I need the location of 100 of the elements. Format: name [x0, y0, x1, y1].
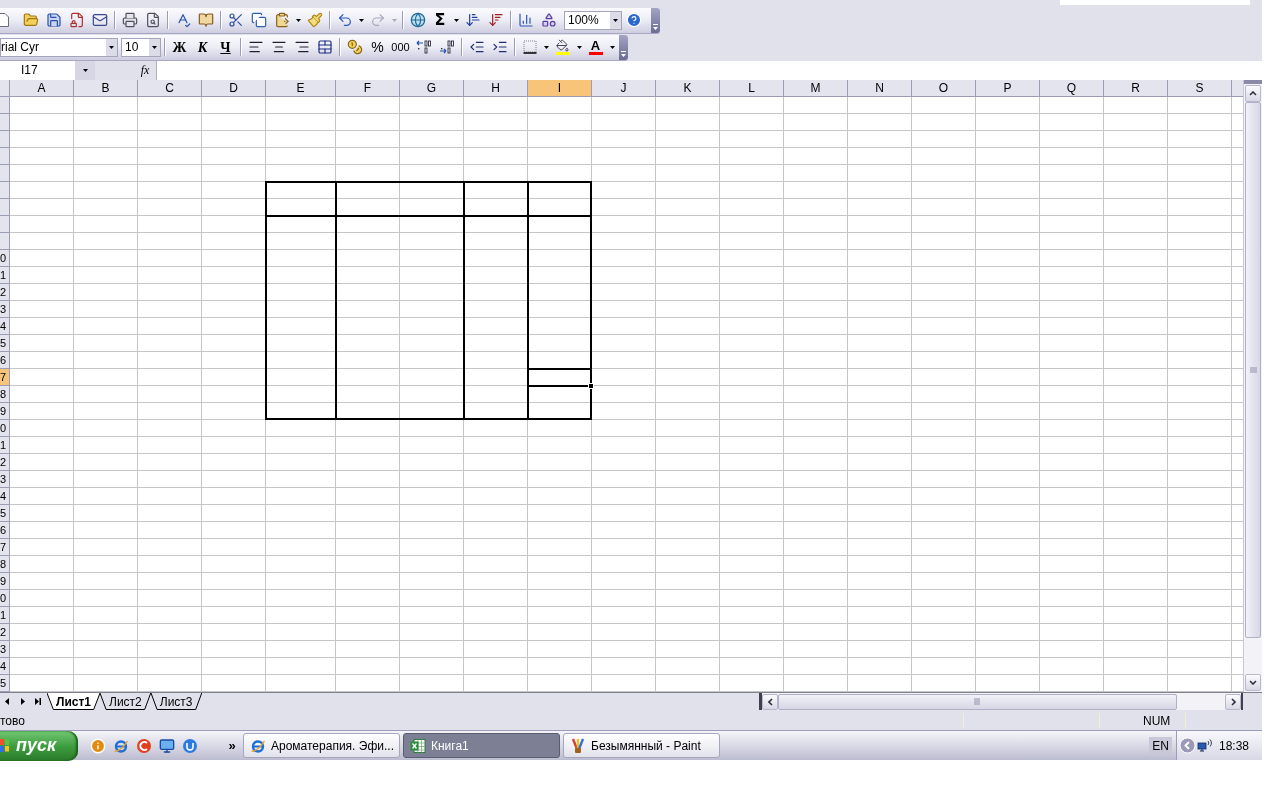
column-header[interactable]: Q	[1040, 80, 1104, 97]
row-header[interactable]: 1	[0, 437, 10, 454]
row-header[interactable]: 4	[0, 318, 10, 335]
column-header[interactable]: I	[528, 80, 592, 97]
new-document-icon[interactable]	[0, 12, 9, 28]
sheet-tab[interactable]: Лист1	[47, 693, 101, 710]
scroll-up-button[interactable]	[1245, 85, 1261, 102]
row-header[interactable]: 7	[0, 369, 10, 386]
toolbar-options-button[interactable]	[619, 34, 628, 60]
column-header[interactable]: D	[202, 80, 266, 97]
round-badge-icon[interactable]	[182, 737, 198, 754]
taskbar-button[interactable]: Ароматерапия. Эфи...	[243, 733, 400, 758]
clipboard-icon	[273, 12, 290, 28]
paint-brush-icon	[570, 737, 586, 754]
row-header[interactable]: 4	[0, 658, 10, 675]
column-header[interactable]: O	[912, 80, 976, 97]
row-header[interactable]: 9	[0, 403, 10, 420]
row-header[interactable]: 5	[0, 505, 10, 522]
italic-button[interactable]: К	[191, 36, 214, 58]
row-header[interactable]: 2	[0, 284, 10, 301]
column-header[interactable]: B	[74, 80, 138, 97]
row-header[interactable]: 8	[0, 386, 10, 403]
quick-launch-overflow-button[interactable]: »	[226, 739, 238, 752]
row-header[interactable]: 6	[0, 522, 10, 539]
info-icon[interactable]	[90, 737, 106, 754]
column-header[interactable]: R	[1104, 80, 1168, 97]
row-header[interactable]: 1	[0, 607, 10, 624]
row-header[interactable]: 3	[0, 471, 10, 488]
underline-button[interactable]: Ч	[214, 36, 237, 58]
row-header[interactable]: 3	[0, 641, 10, 658]
column-header[interactable]: J	[592, 80, 656, 97]
grip-icon	[1249, 366, 1257, 374]
caret-icon	[576, 45, 582, 49]
thousands-button[interactable]: 000	[389, 36, 412, 58]
bold-button[interactable]: Ж	[168, 36, 191, 58]
row-header[interactable]: 3	[0, 301, 10, 318]
percent-button[interactable]: %	[366, 36, 389, 58]
printer-icon	[121, 12, 138, 28]
caret-icon	[543, 45, 549, 49]
row-header[interactable]: 9	[0, 573, 10, 590]
row-header[interactable]: 6	[0, 352, 10, 369]
taskbar-button[interactable]: Безымянный - Paint	[563, 733, 720, 758]
row-header[interactable]: 8	[0, 556, 10, 573]
scroll-right-button[interactable]	[1225, 693, 1241, 710]
horizontal-scroll-thumb[interactable]	[778, 693, 1177, 710]
font-size-field[interactable]: 10	[121, 37, 161, 57]
locked-document-icon	[68, 12, 85, 28]
column-header[interactable]: F	[336, 80, 400, 97]
scroll-left-button[interactable]	[762, 693, 778, 710]
row-header[interactable]: 2	[0, 454, 10, 471]
help-search-field[interactable]	[1060, 0, 1250, 5]
sort-descending-icon	[487, 12, 504, 28]
increase-decimal-icon	[415, 39, 432, 55]
spreadsheet-icon	[410, 737, 426, 754]
sheet-tab[interactable]: Лист3	[150, 693, 202, 710]
font-name-field[interactable]: rial Cyr	[0, 37, 118, 57]
column-header[interactable]: P	[976, 80, 1040, 97]
caret-icon	[295, 18, 301, 22]
fill-handle[interactable]	[588, 383, 594, 389]
row-header[interactable]: 4	[0, 488, 10, 505]
round-logo-icon[interactable]	[136, 737, 152, 754]
column-header[interactable]: M	[784, 80, 848, 97]
tab-split-handle[interactable]	[759, 693, 762, 710]
column-header[interactable]: A	[10, 80, 74, 97]
align-left-icon	[247, 39, 264, 55]
column-header[interactable]: C	[138, 80, 202, 97]
language-indicator[interactable]: EN	[1149, 736, 1172, 755]
column-header[interactable]: G	[400, 80, 464, 97]
row-header[interactable]: 5	[0, 335, 10, 352]
row-header[interactable]: 0	[0, 420, 10, 437]
row-header[interactable]: 5	[0, 675, 10, 692]
row-header[interactable]: 1	[0, 267, 10, 284]
row-header[interactable]: 0	[0, 250, 10, 267]
insert-function-button[interactable]: fx	[137, 60, 153, 80]
autosum-button[interactable]: Σ	[429, 9, 451, 31]
network-icon[interactable]	[1197, 737, 1213, 754]
taskbar-button[interactable]: Книга1	[403, 733, 560, 758]
scroll-thumb[interactable]	[1245, 102, 1261, 638]
sort-ascending-icon	[464, 12, 481, 28]
row-header[interactable]: 0	[0, 590, 10, 607]
formula-input-field[interactable]	[156, 60, 1262, 80]
row-header[interactable]: 7	[0, 539, 10, 556]
border-icon	[522, 40, 537, 54]
scroll-down-button[interactable]	[1245, 674, 1261, 691]
browser-icon[interactable]	[113, 737, 129, 754]
font-color-button[interactable]: A	[584, 36, 607, 58]
sheet-tab[interactable]: Лист2	[100, 693, 151, 710]
column-header[interactable]: L	[720, 80, 784, 97]
active-cell[interactable]	[527, 368, 592, 387]
zoom-field[interactable]: 100%	[564, 10, 622, 30]
column-header[interactable]: K	[656, 80, 720, 97]
row-header[interactable]: 2	[0, 624, 10, 641]
toolbar-options-button[interactable]	[651, 7, 660, 33]
column-header[interactable]: S	[1168, 80, 1232, 97]
column-header[interactable]: N	[848, 80, 912, 97]
scissors-icon	[227, 12, 244, 28]
caret-icon	[453, 18, 459, 22]
monitor-icon[interactable]	[159, 737, 175, 754]
column-header[interactable]: E	[266, 80, 336, 97]
column-header[interactable]: H	[464, 80, 528, 97]
